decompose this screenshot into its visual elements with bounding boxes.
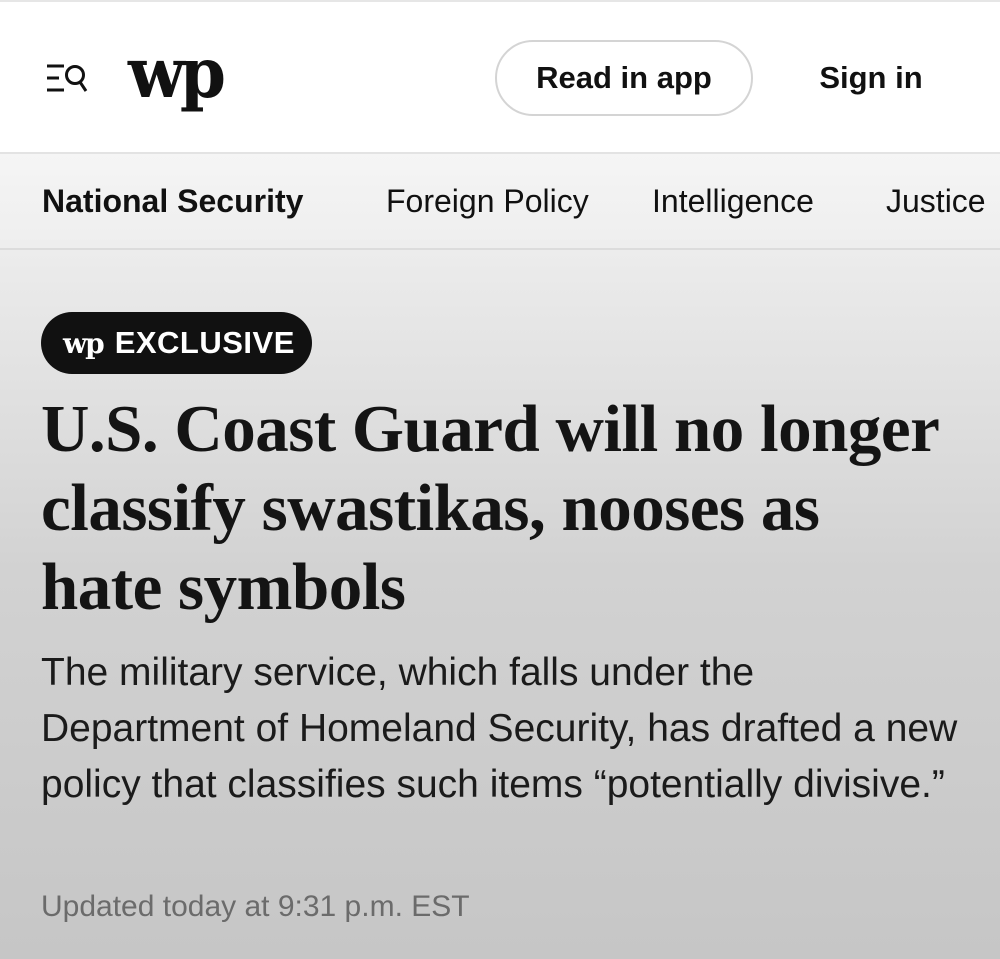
sign-in-button[interactable]: Sign in (800, 40, 942, 116)
article-hero: wp EXCLUSIVE U.S. Coast Guard will no lo… (0, 250, 1000, 959)
section-nav: National Security Foreign Policy Intelli… (0, 154, 1000, 250)
badge-wp-logo: wp (63, 326, 105, 360)
exclusive-badge: wp EXCLUSIVE (41, 312, 312, 374)
menu-search-icon[interactable] (46, 62, 88, 96)
article-dek: The military service, which falls under … (41, 651, 958, 806)
nav-item-national-security[interactable]: National Security (42, 154, 303, 248)
article-headline[interactable]: U.S. Coast Guard will no longer classify… (41, 390, 941, 627)
washington-post-logo[interactable]: wp (128, 38, 226, 107)
article-page: wp Read in app Sign in National Security… (0, 0, 1000, 959)
nav-item-foreign-policy[interactable]: Foreign Policy (386, 154, 589, 248)
nav-item-intelligence[interactable]: Intelligence (652, 154, 814, 248)
read-in-app-button[interactable]: Read in app (495, 40, 753, 116)
badge-label: EXCLUSIVE (114, 325, 295, 360)
article-timestamp: Updated today at 9:31 p.m. EST (41, 890, 470, 923)
site-header: wp Read in app Sign in (0, 2, 1000, 154)
nav-item-justice[interactable]: Justice (886, 154, 986, 248)
